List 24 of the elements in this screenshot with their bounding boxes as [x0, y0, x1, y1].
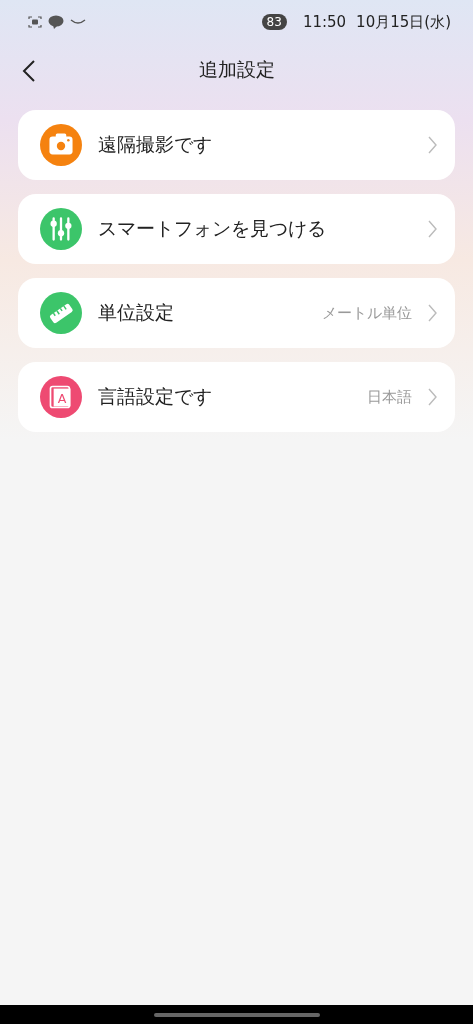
item-value: 日本語	[367, 387, 412, 407]
home-indicator[interactable]	[153, 1012, 320, 1017]
item-value: メートル単位	[322, 303, 412, 323]
chevron-icon	[428, 220, 437, 238]
item-label: スマートフォンを見つける	[98, 216, 327, 241]
battery-level: 83	[261, 14, 287, 30]
back-button[interactable]	[20, 58, 38, 84]
settings-item[interactable]: A 言語設定です 日本語	[18, 362, 455, 432]
chevron-icon	[428, 304, 437, 322]
smile-curve-icon	[70, 18, 86, 26]
settings-item[interactable]: 遠隔撮影です	[18, 110, 455, 180]
item-label: 遠隔撮影です	[98, 132, 213, 157]
clock-time: 11:50	[302, 13, 347, 31]
settings-item[interactable]: スマートフォンを見つける	[18, 194, 455, 264]
chevron-icon	[428, 136, 437, 154]
letter-card-icon: A	[40, 376, 82, 418]
item-label: 単位設定	[98, 300, 175, 325]
date-text: 10月15日(水)	[356, 12, 451, 32]
chat-bubble-icon	[48, 15, 64, 29]
chevron-icon	[428, 388, 437, 406]
settings-item[interactable]: 単位設定 メートル単位	[18, 278, 455, 348]
screenshot-icon	[28, 16, 42, 28]
item-label: 言語設定です	[98, 384, 213, 409]
page-title: 追加設定	[198, 57, 275, 82]
